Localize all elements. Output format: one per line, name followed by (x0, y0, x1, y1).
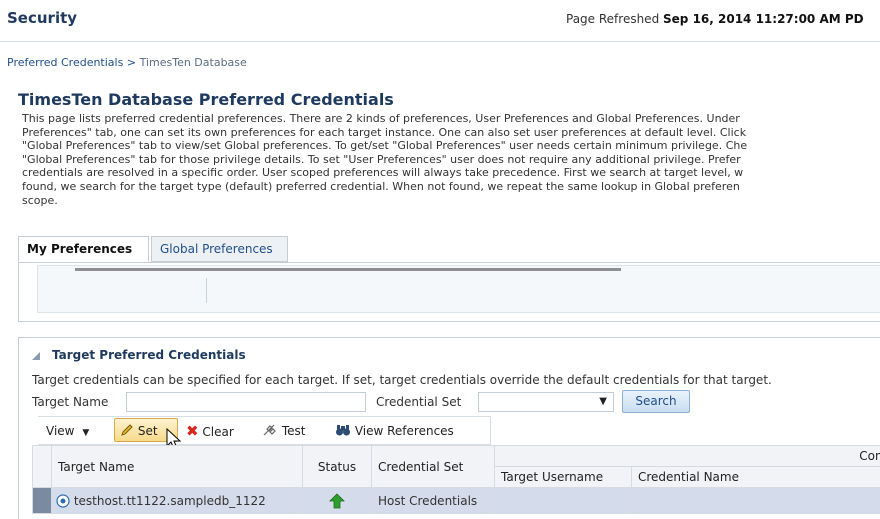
description-line: This page lists preferred credential pre… (22, 112, 740, 125)
view-menu-label: View (46, 424, 75, 438)
binoculars-icon (336, 425, 350, 436)
panel-divider (206, 278, 207, 303)
section-title: Target Preferred Credentials (52, 348, 246, 362)
col-credential-name[interactable]: Credential Name (631, 466, 880, 488)
refresh-label: Page Refreshed (566, 12, 660, 26)
horizontal-scrollbar[interactable] (75, 268, 621, 271)
clear-label: Clear (202, 425, 234, 439)
target-name-label: Target Name (32, 395, 109, 409)
description-line: "Global Preferences" tab to view/set Glo… (22, 139, 748, 153)
page-heading: TimesTen Database Preferred Credentials (18, 90, 394, 109)
test-label: Test (281, 424, 306, 438)
breadcrumb-link-preferred-credentials[interactable]: Preferred Credentials (7, 56, 123, 69)
section-description: Target credentials can be specified for … (32, 373, 772, 387)
target-name-value: testhost.tt1122.sampledb_1122 (73, 493, 266, 508)
search-button[interactable]: Search (622, 390, 690, 413)
col-group-configured: Configured (494, 445, 880, 467)
page-title: Security (7, 9, 78, 27)
status-up-arrow-icon (329, 492, 345, 508)
description-line: found, we search for the target type (de… (22, 179, 740, 193)
view-references-button[interactable]: View References (335, 420, 454, 442)
set-label: Set (137, 424, 158, 438)
description-line: "Global Preferences" tab for those privi… (22, 152, 741, 166)
breadcrumb-current: TimesTen Database (139, 56, 247, 69)
credentials-table: Target Name Status Credential Set Config… (32, 445, 880, 519)
breadcrumb: Preferred Credentials > TimesTen Databas… (7, 56, 247, 69)
breadcrumb-separator: > (126, 56, 137, 69)
preferences-inner-panel (37, 265, 880, 313)
cell-credential-name (631, 487, 880, 514)
target-name-input[interactable] (126, 392, 366, 412)
description-line: credentials are resolved in a specific o… (22, 166, 744, 180)
cell-target-name[interactable]: testhost.tt1122.sampledb_1122 (51, 487, 303, 514)
refresh-time: Sep 16, 2014 11:27:00 AM PD (663, 12, 864, 26)
cell-target-username (494, 487, 632, 514)
col-target-username[interactable]: Target Username (494, 466, 632, 488)
pencil-icon (121, 424, 133, 436)
page-refreshed: Page Refreshed Sep 16, 2014 11:27:00 AM … (566, 12, 864, 26)
page-description: This page lists preferred credential pre… (22, 112, 880, 207)
col-credential-set[interactable]: Credential Set (371, 445, 495, 488)
col-status[interactable]: Status (302, 445, 372, 488)
set-button-content[interactable]: Set (120, 420, 158, 442)
collapse-triangle-icon[interactable] (32, 352, 40, 360)
description-line: scope. (22, 193, 58, 207)
col-target-name[interactable]: Target Name (51, 445, 303, 488)
view-references-label: View References (354, 424, 454, 438)
clear-x-icon: ✖ (186, 422, 199, 440)
cell-status (302, 487, 372, 514)
credential-set-label: Credential Set (376, 395, 462, 409)
test-button[interactable]: Test (262, 420, 305, 442)
header-divider (0, 41, 880, 42)
plug-icon (263, 424, 276, 436)
row-selector-header (32, 445, 52, 488)
table-row[interactable]: testhost.tt1122.sampledb_1122 Host Crede… (32, 487, 880, 514)
tab-my-preferences[interactable]: My Preferences (18, 236, 149, 262)
dropdown-arrow-icon: ▼ (599, 396, 607, 407)
target-radio-icon (56, 493, 70, 508)
clear-button[interactable]: ✖ Clear (186, 420, 234, 442)
description-line: Preferences" tab, one can set its own pr… (22, 125, 747, 139)
credential-set-select[interactable]: ▼ (478, 392, 614, 412)
row-selector[interactable] (32, 487, 52, 514)
cell-credential-set: Host Credentials (371, 487, 495, 514)
tab-global-preferences[interactable]: Global Preferences (151, 236, 288, 262)
view-menu[interactable]: View ▼ (46, 420, 89, 442)
chevron-down-icon: ▼ (82, 428, 90, 438)
